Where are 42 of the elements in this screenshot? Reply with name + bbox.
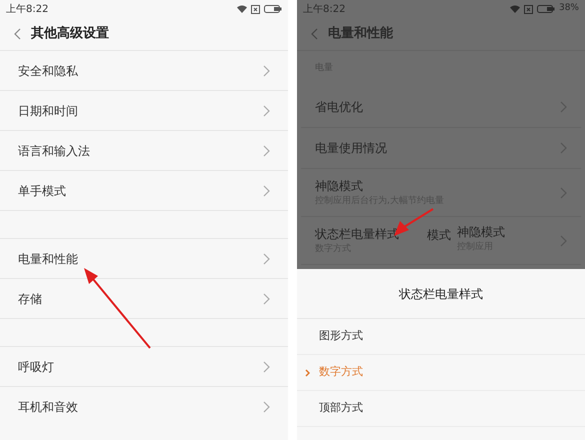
sheet-title: 状态栏电量样式 <box>297 269 585 319</box>
ghost-text: 模式 <box>427 227 451 244</box>
sim-icon <box>524 4 533 14</box>
back-icon[interactable] <box>311 28 318 40</box>
screen-title: 其他高级设置 <box>31 24 109 44</box>
chevron-right-icon <box>263 360 270 372</box>
chevron-right-icon <box>263 292 270 304</box>
row-label: 耳机和音效 <box>18 398 78 416</box>
chevron-right-icon <box>263 400 270 412</box>
chevron-right-icon <box>560 186 567 198</box>
row-label: 呼吸灯 <box>18 358 54 376</box>
ghost-text: 神隐模式 <box>457 224 505 241</box>
sheet-option[interactable]: 图形方式 <box>297 319 585 355</box>
chevron-right-icon <box>263 184 270 196</box>
chevron-right-icon <box>263 64 270 76</box>
row-label: 电量使用情况 <box>315 140 387 157</box>
wifi-icon <box>237 5 247 13</box>
wifi-icon <box>510 5 520 13</box>
row-label: 电量和性能 <box>18 250 78 268</box>
chevron-right-icon <box>263 104 270 116</box>
chevron-right-icon <box>263 252 270 264</box>
battery-percent: 38% <box>558 2 579 16</box>
status-time: 上午8:22 <box>6 2 48 16</box>
row-label: 安全和隐私 <box>18 62 78 80</box>
screen-title: 电量和性能 <box>328 25 393 44</box>
battery-icon <box>264 5 282 13</box>
chevron-right-icon <box>560 101 567 113</box>
status-time: 上午8:22 <box>303 2 346 16</box>
row-label: 神隐模式 <box>315 178 364 195</box>
sheet-option[interactable]: 顶部方式 <box>297 391 585 427</box>
chevron-right-icon <box>560 234 567 246</box>
chevron-right-icon <box>263 144 270 156</box>
row-label: 语言和输入法 <box>18 142 90 160</box>
back-icon[interactable] <box>14 28 21 40</box>
battery-icon <box>536 5 555 13</box>
check-chevron-icon <box>305 368 310 376</box>
row-label: 省电优化 <box>315 99 363 116</box>
row-label: 单手模式 <box>18 182 66 200</box>
row-label: 存储 <box>18 290 42 308</box>
row-label: 日期和时间 <box>18 102 78 120</box>
sim-icon <box>251 4 260 14</box>
chevron-right-icon <box>560 142 567 154</box>
